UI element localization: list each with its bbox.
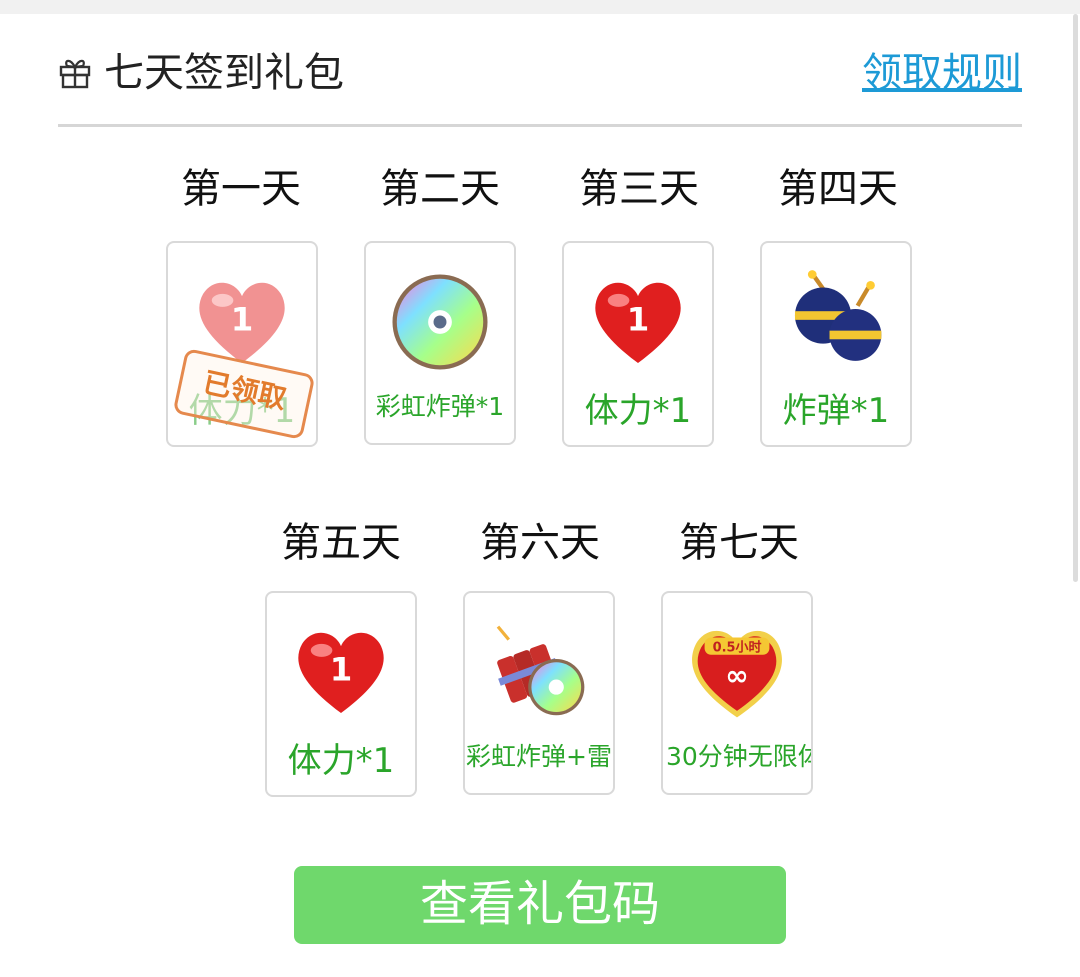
badge-text: 0.5小时 <box>713 639 762 655</box>
svg-text:1: 1 <box>627 301 650 339</box>
rules-link[interactable]: 领取规则 <box>862 48 1022 98</box>
day-card-4[interactable]: 炸弹*1 <box>760 241 912 447</box>
reward-text-4: 炸弹*1 <box>782 391 890 431</box>
day-label-2: 第二天 <box>380 166 500 212</box>
heart-1-icon: 1 <box>298 632 384 714</box>
heart-1-icon: 1 <box>595 282 681 364</box>
infinite-heart-icon: ∞ 0.5小时 <box>692 630 782 718</box>
page-title: 七天签到礼包 <box>104 50 344 96</box>
day-card-2[interactable]: 彩虹炸弹*1 <box>364 241 516 445</box>
reward-text-6: 彩虹炸弹+雷 <box>466 742 612 771</box>
day-card-7[interactable]: ∞ 0.5小时 30分钟无限体力 <box>661 591 813 795</box>
day-label-3: 第三天 <box>579 166 699 212</box>
day-card-3[interactable]: 1 体力*1 <box>562 241 714 447</box>
reward-text-2: 彩虹炸弹*1 <box>375 392 505 421</box>
reward-text-5: 体力*1 <box>287 741 395 781</box>
day-card-6[interactable]: 彩虹炸弹+雷 <box>463 591 615 795</box>
scrollbar[interactable] <box>1073 14 1078 582</box>
svg-text:1: 1 <box>231 301 254 339</box>
header: 七天签到礼包 领取规则 <box>58 40 1022 127</box>
day-card-1[interactable]: 1 体力*1 已领取 <box>166 241 318 447</box>
svg-text:∞: ∞ <box>725 659 748 692</box>
day-label-6: 第六天 <box>480 520 600 566</box>
gift-icon <box>59 59 91 89</box>
reward-text-3: 体力*1 <box>584 391 692 431</box>
dynamite-rainbow-icon <box>496 625 585 716</box>
day-label-4: 第四天 <box>778 166 898 212</box>
day-label-5: 第五天 <box>281 520 401 566</box>
bomb-icon <box>794 270 882 361</box>
day-card-5[interactable]: 1 体力*1 <box>265 591 417 797</box>
day-label-1: 第一天 <box>181 166 301 212</box>
top-strip <box>0 0 1080 14</box>
day-label-7: 第七天 <box>679 520 799 566</box>
view-gift-code-button[interactable]: 查看礼包码 <box>294 866 786 944</box>
reward-text-7: 30分钟无限体力 <box>666 742 811 771</box>
rainbow-bomb-icon <box>392 274 488 370</box>
svg-text:1: 1 <box>330 651 353 689</box>
